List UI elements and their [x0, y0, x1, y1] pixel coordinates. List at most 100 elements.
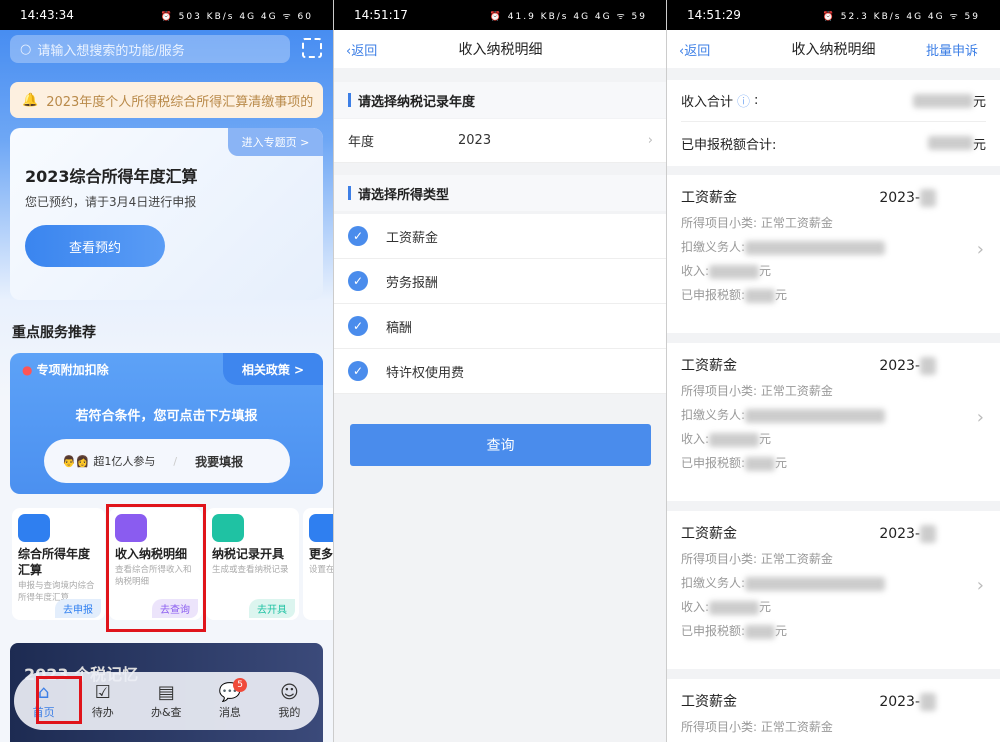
tax-total-label: 已申报税额合计: — [681, 137, 777, 153]
service-card[interactable]: 纳税记录开具 生成或查看纳税记录 去开具 — [206, 508, 299, 620]
page-title: 收入纳税明细 — [458, 42, 543, 58]
service-desc: 生成或查看纳税记录 — [212, 565, 289, 575]
record-subtype: 所得项目小类: 正常工资薪金 — [681, 552, 833, 566]
scan-icon[interactable] — [302, 38, 322, 58]
status-time: 14:43:34 — [20, 8, 74, 22]
blurred-value — [927, 136, 973, 150]
tab-label: 待办 — [91, 706, 114, 719]
service-card[interactable]: 综合所得年度汇算 申报与查询境内综合所得年度汇算 去申报 — [12, 508, 105, 620]
query-button[interactable]: 查询 — [350, 424, 651, 466]
batch-appeal-button[interactable]: 批量申诉 — [926, 40, 978, 59]
income-type-option[interactable]: ✓ 稿酬 — [334, 304, 667, 349]
record-subtype: 所得项目小类: 正常工资薪金 — [681, 216, 833, 230]
type-section-header: 请选择所得类型 — [334, 175, 667, 211]
income-record[interactable]: 工资薪金 2023- 所得项目小类: 正常工资薪金 扣缴义务人: 收入: 元已申报税额: 元… — [667, 175, 1000, 333]
smile-icon: ☺ — [279, 682, 299, 703]
blurred-value — [745, 408, 886, 423]
year-selector[interactable]: 年度 2023 › — [334, 119, 667, 163]
record-type: 工资薪金 — [681, 358, 737, 374]
checkbox-checked-icon[interactable]: ✓ — [348, 226, 368, 246]
income-record[interactable]: 工资薪金 2023- 所得项目小类: 正常工资薪金 扣缴义务人: 收入: 元已申报税额: 元… — [667, 511, 1000, 669]
help-icon[interactable]: ⓘ — [737, 91, 750, 110]
blurred-value — [709, 600, 760, 615]
search-input[interactable]: ○ 请输入想搜索的功能/服务 — [10, 35, 290, 63]
payer-label: 扣缴义务人: — [681, 576, 746, 590]
notice-bar[interactable]: 🔔 2023年度个人所得税综合所得汇算清缴事项的 — [10, 82, 323, 118]
record-type: 工资薪金 — [681, 694, 737, 710]
income-record[interactable]: 工资薪金 2023- 所得项目小类: 正常工资薪金 — [667, 679, 1000, 742]
record-date: 2023- — [879, 694, 920, 710]
status-time: 14:51:29 — [687, 8, 741, 22]
special-hint: 若符合条件，您可点击下方填报 — [75, 409, 258, 424]
service-icon — [18, 514, 50, 542]
avatars-icon: 👨👩 — [62, 454, 90, 468]
service-action[interactable]: 去开具 — [249, 599, 295, 618]
checkbox-checked-icon[interactable]: ✓ — [348, 316, 368, 336]
section-title: 重点服务推荐 — [12, 325, 96, 341]
chevron-right-icon: › — [976, 575, 984, 596]
service-title: 综合所得年度汇算 — [18, 547, 91, 577]
checkbox-checked-icon[interactable]: ✓ — [348, 361, 368, 381]
search-icon: ○ — [20, 41, 32, 57]
tab-3[interactable]: 💬 消息 5 — [218, 678, 248, 720]
document-icon: ▤ — [157, 682, 175, 703]
nav-bar: ‹返回 收入纳税明细 — [334, 30, 667, 68]
chevron-right-icon: › — [647, 133, 653, 148]
income-type-label: 劳务报酬 — [386, 275, 439, 291]
special-deduction-card[interactable]: ● 专项附加扣除 相关政策 > 若符合条件，您可点击下方填报 👨👩 超1亿人参与 /… — [10, 353, 323, 494]
record-subtype: 所得项目小类: 正常工资薪金 — [681, 720, 833, 734]
income-type-label: 工资薪金 — [386, 230, 439, 246]
tab-4[interactable]: ☺ 我的 — [278, 682, 300, 720]
year-section-header: 请选择纳税记录年度 — [334, 82, 667, 118]
income-record[interactable]: 工资薪金 2023- 所得项目小类: 正常工资薪金 扣缴义务人: 收入: 元已申报税额: 元… — [667, 343, 1000, 501]
results-screen: 14:51:29 ⏰ 52.3 KB/s 4G 4G ᯤ 59 ‹返回 收入纳税明细… — [667, 0, 1000, 742]
income-type-option[interactable]: ✓ 特许权使用费 — [334, 349, 667, 394]
notice-text: 2023年度个人所得税综合所得汇算清缴事项的 — [46, 94, 314, 110]
page-title: 收入纳税明细 — [791, 42, 876, 58]
fill-label: 我要填报 — [195, 454, 244, 469]
service-icon — [212, 514, 244, 542]
highlight-box — [106, 504, 206, 632]
status-bar: 14:51:29 ⏰ 52.3 KB/s 4G 4G ᯤ 59 — [667, 0, 1000, 30]
status-bar: 14:43:34 ⏰ 503 KB/s 4G 4G ᯤ 60 — [0, 0, 333, 30]
participants-count: 超1亿人参与 — [93, 455, 156, 468]
record-date: 2023- — [879, 526, 920, 542]
status-time: 14:51:17 — [354, 8, 408, 22]
back-button[interactable]: ‹返回 — [679, 40, 710, 59]
blurred-value — [709, 264, 760, 279]
blurred-value — [745, 624, 776, 639]
payer-label: 扣缴义务人: — [681, 240, 746, 254]
view-reservation-button[interactable]: 查看预约 — [25, 225, 165, 267]
record-type: 工资薪金 — [681, 526, 737, 542]
service-action[interactable]: 去申报 — [55, 599, 101, 618]
tab-2[interactable]: ▤ 办&查 — [151, 682, 182, 720]
service-desc: 设置在用功能 — [309, 565, 333, 575]
checkbox-checked-icon[interactable]: ✓ — [348, 271, 368, 291]
year-label: 年度 — [348, 135, 375, 150]
back-button[interactable]: ‹返回 — [346, 40, 377, 59]
bell-icon: 🔔 — [22, 92, 39, 108]
blurred-value — [912, 93, 973, 108]
service-card[interactable]: 更多功设置在用功能 — [303, 508, 333, 620]
special-title: 专项附加扣除 — [36, 363, 109, 377]
income-type-option[interactable]: ✓ 劳务报酬 — [334, 259, 667, 304]
income-label: 收入: — [681, 432, 710, 446]
chevron-right-icon: › — [976, 239, 984, 260]
tab-1[interactable]: ☑ 待办 — [92, 682, 114, 720]
related-policy-link[interactable]: 相关政策 > — [223, 353, 323, 385]
tab-label: 消息 — [218, 706, 241, 719]
status-icons: ⏰ 503 KB/s 4G 4G ᯤ 60 — [160, 11, 313, 22]
service-title: 更多功 — [309, 547, 333, 561]
blurred-value — [745, 456, 776, 471]
income-type-label: 稿酬 — [386, 320, 413, 336]
query-screen: 14:51:17 ⏰ 41.9 KB/s 4G 4G ᯤ 59 ‹返回 收入纳税明细… — [334, 0, 667, 742]
payer-label: 扣缴义务人: — [681, 408, 746, 422]
income-type-option[interactable]: ✓ 工资薪金 — [334, 214, 667, 259]
fill-in-button[interactable]: 👨👩 超1亿人参与 / 我要填报 — [44, 439, 290, 483]
status-icons: ⏰ 41.9 KB/s 4G 4G ᯤ 59 — [489, 11, 647, 22]
topic-page-link[interactable]: 进入专题页 > — [228, 128, 323, 156]
blurred-value — [745, 288, 776, 303]
year-value: 2023 — [458, 133, 492, 148]
status-icons: ⏰ 52.3 KB/s 4G 4G ᯤ 59 — [822, 11, 980, 22]
income-total-label: 收入合计 — [681, 95, 734, 110]
